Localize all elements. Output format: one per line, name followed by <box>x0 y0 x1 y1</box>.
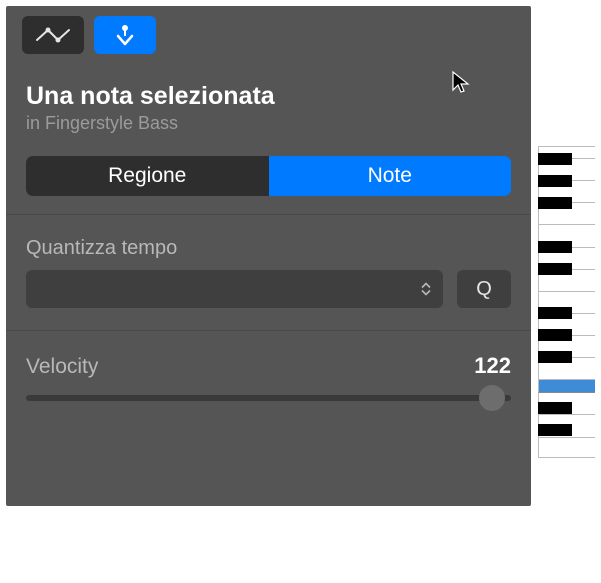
black-key[interactable] <box>538 351 572 363</box>
quantize-label: Quantizza tempo <box>26 237 511 260</box>
white-key[interactable] <box>538 438 595 458</box>
white-key-selected[interactable] <box>538 380 595 393</box>
page-subtitle: in Fingerstyle Bass <box>26 113 511 134</box>
toolbar <box>6 6 531 64</box>
black-key[interactable] <box>538 263 572 275</box>
tab-note[interactable]: Note <box>269 156 512 196</box>
velocity-value: 122 <box>474 353 511 379</box>
page-title: Una nota selezionata <box>26 82 511 111</box>
automation-tool-button[interactable] <box>22 16 84 54</box>
catch-playhead-icon <box>114 24 136 46</box>
black-key[interactable] <box>538 329 572 341</box>
automation-line-icon <box>36 27 70 43</box>
quantize-dropdown[interactable] <box>26 270 443 308</box>
tab-bar: Regione Note <box>26 156 511 196</box>
black-key[interactable] <box>538 175 572 187</box>
black-key[interactable] <box>538 197 572 209</box>
velocity-section: Velocity 122 <box>6 331 531 425</box>
velocity-slider[interactable] <box>26 395 511 401</box>
black-key[interactable] <box>538 307 572 319</box>
velocity-slider-thumb[interactable] <box>479 385 505 411</box>
chevron-updown-icon <box>421 283 431 296</box>
black-key[interactable] <box>538 153 572 165</box>
black-key[interactable] <box>538 424 572 436</box>
quantize-button[interactable]: Q <box>457 270 511 308</box>
black-key[interactable] <box>538 241 572 253</box>
piano-keyboard[interactable]: Do4 Do3 <box>538 146 595 456</box>
velocity-label: Velocity <box>26 355 98 379</box>
tab-region[interactable]: Regione <box>26 156 269 196</box>
catch-playhead-button[interactable] <box>94 16 156 54</box>
inspector-panel: Una nota selezionata in Fingerstyle Bass… <box>6 6 531 506</box>
quantize-section: Quantizza tempo Q <box>6 215 531 330</box>
black-key[interactable] <box>538 402 572 414</box>
title-block: Una nota selezionata in Fingerstyle Bass <box>6 64 531 150</box>
